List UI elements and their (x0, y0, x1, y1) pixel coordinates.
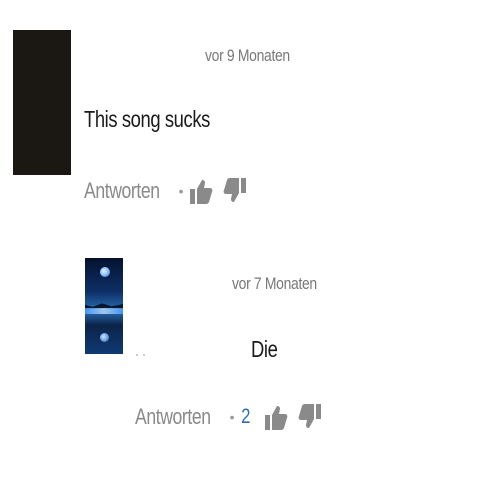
thumbs-down-icon[interactable] (298, 402, 322, 432)
comment-timestamp[interactable]: vor 9 Monaten (205, 46, 290, 66)
comment-text: This song sucks (84, 106, 210, 132)
avatar-moon (100, 267, 110, 277)
reply-button[interactable]: Antworten (84, 178, 160, 204)
avatar[interactable] (85, 258, 123, 354)
avatar-horizon (85, 308, 123, 314)
avatar-caption-dots (134, 352, 148, 358)
avatar-moon-reflection (100, 333, 109, 342)
thumbs-down-icon[interactable] (223, 176, 247, 206)
comment-timestamp[interactable]: vor 7 Monaten (232, 274, 317, 294)
like-count: 2 (241, 405, 251, 428)
separator-dot: • (178, 183, 184, 199)
separator-dot: • (229, 409, 235, 425)
comment-actions: Antworten • (84, 176, 257, 206)
avatar[interactable] (13, 30, 71, 175)
thumbs-up-icon[interactable] (189, 176, 213, 206)
comment-text: Die (251, 336, 278, 362)
comment-actions: Antworten • 2 (135, 402, 332, 432)
reply-button[interactable]: Antworten (135, 404, 211, 430)
thumbs-up-icon[interactable] (264, 402, 288, 432)
